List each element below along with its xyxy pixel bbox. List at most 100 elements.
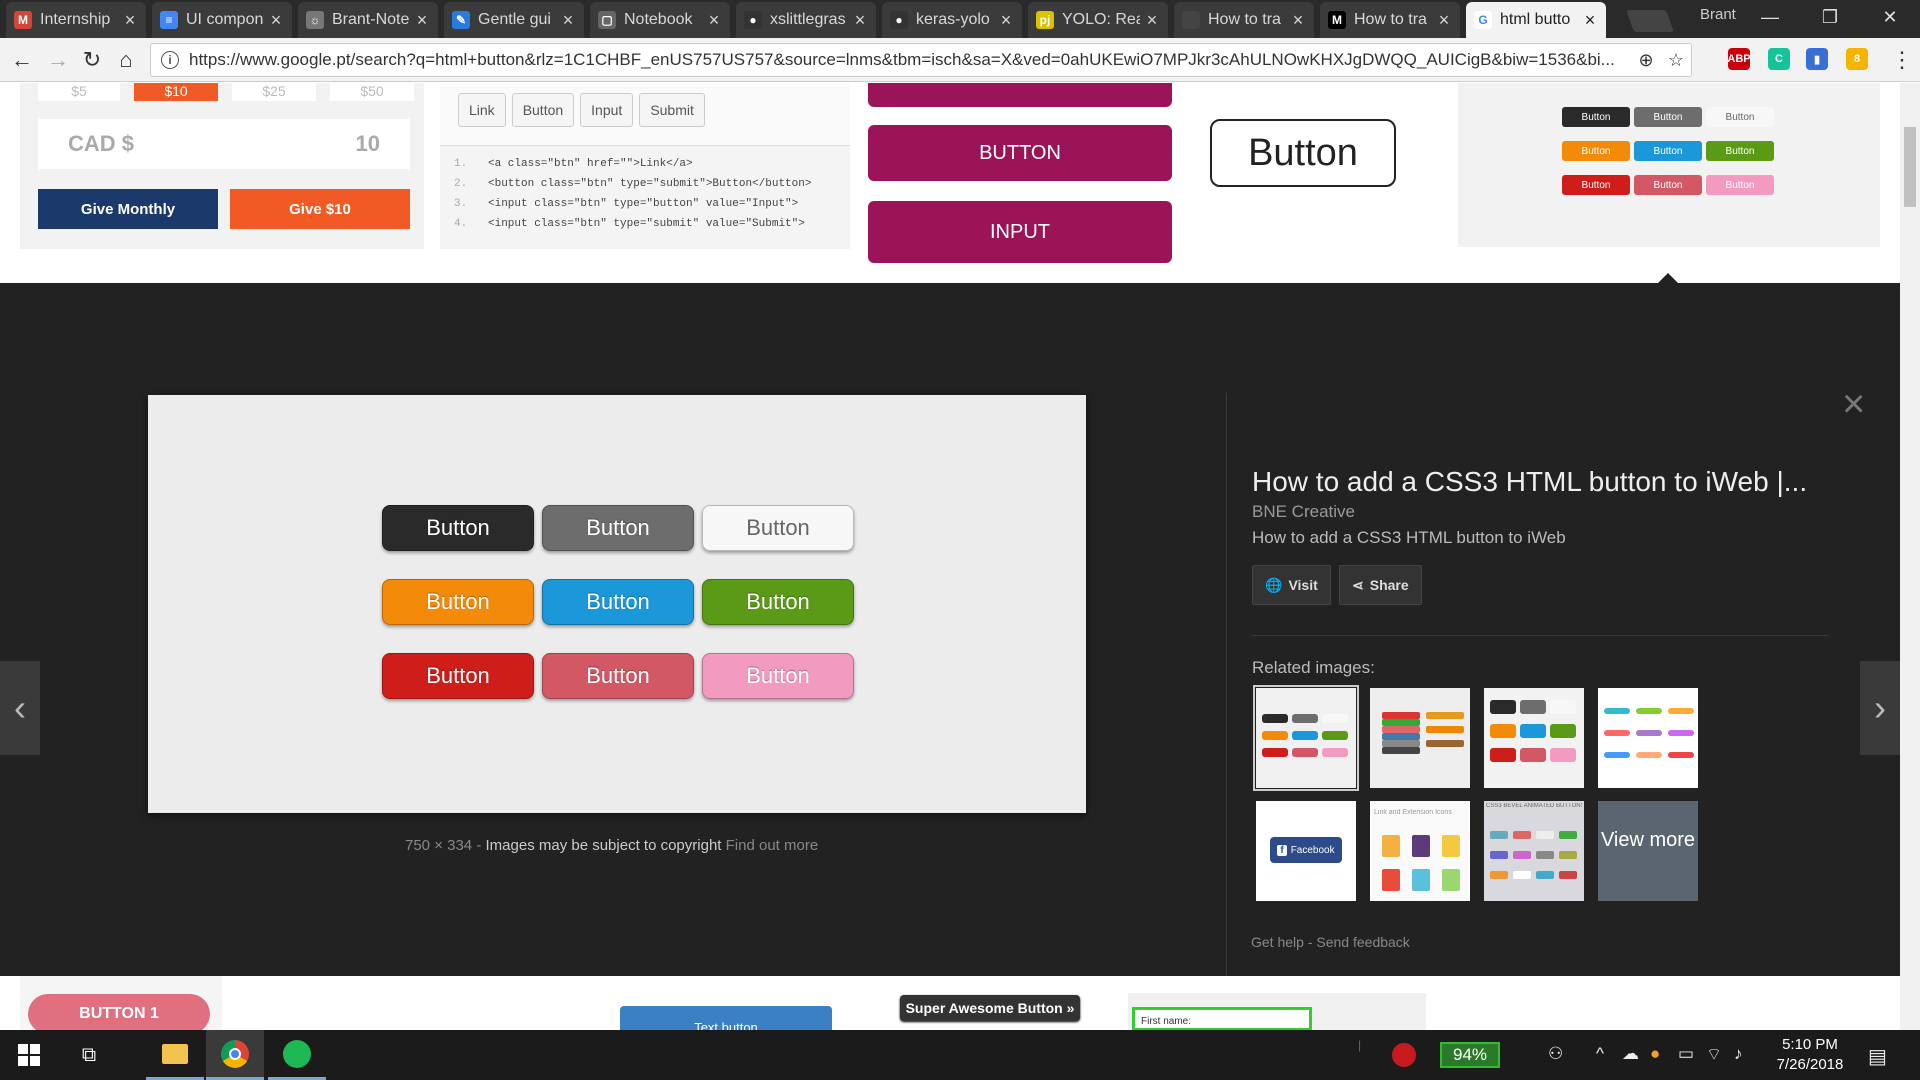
tab-close-icon[interactable]: ×	[1436, 10, 1452, 31]
browser-tab[interactable]: M Internship ×	[6, 2, 146, 38]
mini-button	[1550, 748, 1576, 762]
tab-close-icon[interactable]: ×	[852, 10, 868, 31]
share-label: Share	[1369, 577, 1409, 593]
mini-bar	[1382, 740, 1420, 747]
browser-tab[interactable]: ☼ Brant-Note ×	[298, 2, 438, 38]
share-button[interactable]: ⋖ Share	[1339, 565, 1422, 605]
browser-tab[interactable]: Ghtml butto ×	[1466, 2, 1606, 38]
result-thumb-form[interactable]: First name:	[1128, 993, 1426, 1031]
back-icon[interactable]: ←	[8, 46, 36, 74]
antivirus-icon[interactable]	[1374, 1030, 1434, 1080]
image-title-link[interactable]: How to add a CSS3 HTML button to iWeb |.…	[1252, 466, 1807, 498]
browser-tab[interactable]: ● keras-yolo ×	[882, 2, 1022, 38]
related-image-7[interactable]: CSS3 BEVEL ANIMATED BUTTONS	[1484, 801, 1584, 901]
browser-tab[interactable]: How to tra ×	[1174, 2, 1314, 38]
battery-tray-icon[interactable]: ▭	[1678, 1044, 1694, 1064]
onedrive-icon[interactable]: ☁	[1622, 1044, 1639, 1064]
browser-tab-strip: M Internship × ≡ UI compon × ☼ Brant-Note × ✎ Gent…	[0, 0, 1920, 38]
browser-tab[interactable]: ≡ UI compon ×	[152, 2, 292, 38]
result-thumb-outline[interactable]: Button	[1190, 83, 1430, 263]
tab-close-icon[interactable]: ×	[1290, 10, 1306, 31]
send-feedback-link[interactable]: Send feedback	[1316, 934, 1409, 950]
browser-tab[interactable]: pj YOLO: Real ×	[1028, 2, 1168, 38]
result-thumb-text-button[interactable]: Text button	[620, 1006, 832, 1031]
get-help-link[interactable]: Get help	[1251, 934, 1304, 950]
file-explorer-icon[interactable]	[146, 1030, 204, 1080]
related-image-6[interactable]: Link and Extension Icons	[1370, 801, 1470, 901]
spotify-icon[interactable]	[268, 1030, 326, 1080]
minimize-icon[interactable]: —	[1740, 0, 1800, 34]
site-info-icon[interactable]: i	[161, 51, 179, 69]
related-image-5[interactable]: f Facebook	[1256, 801, 1356, 901]
wifi-icon[interactable]: ⌔	[1706, 1044, 1722, 1065]
reload-icon[interactable]: ↻	[78, 46, 106, 74]
tab-close-icon[interactable]: ×	[1144, 10, 1160, 31]
preview-image[interactable]: Button Button Button Button Button Button Butt…	[148, 395, 1086, 813]
mini-bar	[1382, 719, 1420, 726]
browser-tab[interactable]: ● xslittlegras ×	[736, 2, 876, 38]
related-image-1[interactable]	[1253, 685, 1359, 791]
tab-title: How to tra	[1354, 11, 1427, 28]
home-icon[interactable]: ⌂	[112, 46, 140, 74]
visit-button[interactable]: 🌐 Visit	[1252, 565, 1331, 605]
tab-close-icon[interactable]: ×	[706, 10, 722, 31]
related-image-4[interactable]	[1598, 688, 1698, 788]
result-thumb-magenta[interactable]: BUTTON INPUT	[868, 83, 1172, 263]
tray-expand-icon[interactable]: ^	[1596, 1044, 1604, 1064]
windows-start-icon[interactable]	[0, 1030, 58, 1080]
notifications-icon[interactable]: ▤	[1868, 1044, 1887, 1069]
mini-pill	[1636, 730, 1662, 736]
image-source[interactable]: BNE Creative	[1252, 502, 1355, 522]
browser-tab[interactable]: M How to tra ×	[1320, 2, 1460, 38]
tab-close-icon[interactable]: ×	[998, 10, 1014, 31]
tab-close-icon[interactable]: ×	[560, 10, 576, 31]
task-view-icon[interactable]: ⧉	[60, 1030, 118, 1080]
amount-50: $50	[330, 83, 414, 101]
new-tab-button[interactable]	[1625, 10, 1675, 32]
tab-close-icon[interactable]: ×	[268, 10, 284, 31]
adblock-icon[interactable]: ABP	[1727, 48, 1751, 70]
view-more-tile[interactable]: View more	[1598, 801, 1698, 901]
find-out-more-link[interactable]: Find out more	[726, 837, 819, 854]
page-scrollbar[interactable]	[1900, 83, 1920, 1031]
super-awesome-button[interactable]: Super Awesome Button »	[900, 995, 1080, 1021]
forward-icon[interactable]: →	[44, 46, 72, 74]
tab-close-icon[interactable]: ×	[122, 10, 138, 31]
next-image-icon[interactable]: ›	[1860, 661, 1900, 755]
browser-tab[interactable]: ▢ Notebook ×	[590, 2, 730, 38]
address-bar[interactable]: i https://www.google.pt/search?q=html+bu…	[150, 43, 1692, 77]
restore-icon[interactable]: ❐	[1800, 0, 1860, 34]
mini-button	[1550, 700, 1576, 714]
profile-name[interactable]: Brant	[1700, 6, 1736, 23]
mini-button	[1262, 748, 1288, 757]
result-thumb-donation[interactable]: $5 $10 $25 $50 CAD $ 10 Give Monthly Giv…	[20, 83, 424, 249]
tab-close-icon[interactable]: ×	[1582, 10, 1598, 31]
close-window-icon[interactable]: ✕	[1860, 0, 1920, 34]
tab-close-icon[interactable]: ×	[414, 10, 430, 31]
url-text[interactable]: https://www.google.pt/search?q=html+butt…	[189, 50, 1631, 70]
people-icon[interactable]: ⚇	[1548, 1044, 1563, 1064]
result-thumb-button1[interactable]: BUTTON 1	[20, 976, 222, 1031]
result-thumb-code[interactable]: Link Button Input Submit 1. <a class="btn" h…	[440, 83, 850, 249]
result-thumb-grid[interactable]: Button Button Button Button Button Button Butt…	[1458, 83, 1880, 247]
keep-icon[interactable]: 8	[1846, 48, 1868, 70]
prev-image-icon[interactable]: ‹	[0, 661, 40, 755]
menu-icon[interactable]: ⋮	[1888, 46, 1916, 74]
battery-indicator[interactable]: 94%	[1440, 1042, 1500, 1068]
related-image-3[interactable]	[1484, 688, 1584, 788]
location-icon[interactable]: ⊕	[1631, 50, 1661, 71]
scrollbar-thumb[interactable]	[1904, 127, 1916, 207]
close-viewer-icon[interactable]: ×	[1842, 384, 1865, 424]
grammarly-icon[interactable]: C	[1768, 48, 1790, 70]
chrome-taskbar-icon[interactable]	[206, 1030, 264, 1080]
clock[interactable]: 5:10 PM 7/26/2018	[1760, 1035, 1860, 1075]
browser-tab[interactable]: ✎ Gentle gui ×	[444, 2, 584, 38]
bookmark-star-icon[interactable]: ☆	[1661, 50, 1691, 71]
network-app-icon[interactable]: ●	[1650, 1044, 1660, 1064]
related-image-2[interactable]	[1370, 688, 1470, 788]
pj-icon: pj	[1036, 11, 1054, 29]
bookmark-ext-icon[interactable]: ▮	[1806, 48, 1828, 70]
mini-button	[1490, 748, 1516, 762]
volume-icon[interactable]: ♪	[1734, 1044, 1743, 1064]
share-icon: ⋖	[1352, 576, 1364, 593]
